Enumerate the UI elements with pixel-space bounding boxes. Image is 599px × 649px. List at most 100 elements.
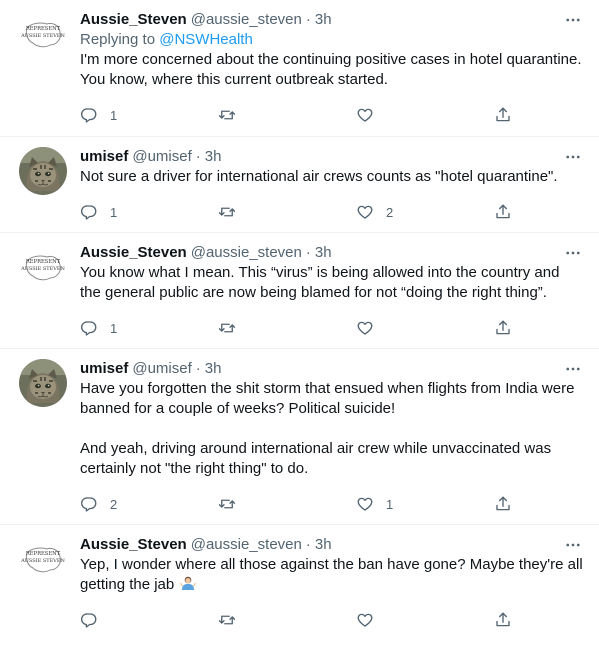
display-name[interactable]: Aussie_Steven <box>80 243 187 263</box>
represent-aussie-steven-icon: REPRESENT AUSSIE STEVEN <box>19 10 67 58</box>
display-name[interactable]: umisef <box>80 147 128 167</box>
avatar-text-bottom: AUSSIE STEVEN <box>20 558 65 564</box>
mention-link[interactable]: @NSWHealth <box>159 31 253 48</box>
tweet-text: Yep, I wonder where all those against th… <box>80 556 583 593</box>
user-handle[interactable]: @aussie_steven <box>191 243 302 263</box>
share-icon <box>494 611 512 629</box>
reply-button[interactable] <box>80 611 218 629</box>
cat-avatar-icon <box>19 359 67 407</box>
like-button[interactable] <box>356 611 494 629</box>
reply-count: 1 <box>110 107 118 123</box>
conversation-thread: REPRESENT AUSSIE STEVEN Aussie_Steven @a… <box>0 0 599 649</box>
retweet-icon <box>218 203 236 221</box>
reply-count: 1 <box>110 320 118 336</box>
tweet-actions <box>80 603 583 641</box>
like-button[interactable] <box>356 106 494 124</box>
like-button[interactable] <box>356 319 494 337</box>
tweet[interactable]: REPRESENT AUSSIE STEVEN Aussie_Steven @a… <box>0 525 599 649</box>
separator-dot: · <box>305 536 311 553</box>
share-button[interactable] <box>494 106 534 124</box>
heart-icon <box>356 495 374 513</box>
display-name[interactable]: umisef <box>80 359 128 379</box>
tweet[interactable]: umisef @umisef · 3h Have you forgotten t… <box>0 349 599 525</box>
more-options-icon[interactable] <box>563 243 583 263</box>
user-handle[interactable]: @aussie_steven <box>191 10 302 30</box>
tweet-text: Not sure a driver for international air … <box>80 168 558 185</box>
like-button[interactable]: 2 <box>356 203 494 221</box>
retweet-button[interactable] <box>218 611 356 629</box>
reply-button[interactable]: 2 <box>80 495 218 513</box>
share-icon <box>494 106 512 124</box>
replying-to-line: Replying to @NSWHealth <box>80 30 583 50</box>
reply-icon <box>80 495 98 513</box>
tweet-body: Aussie_Steven @aussie_steven · 3h You kn… <box>80 243 583 349</box>
reply-button[interactable]: 1 <box>80 203 218 221</box>
retweet-button[interactable] <box>218 106 356 124</box>
reply-button[interactable]: 1 <box>80 106 218 124</box>
reply-count: 2 <box>110 496 118 512</box>
heart-icon <box>356 203 374 221</box>
user-avatar[interactable] <box>19 147 67 195</box>
tweet-header: Aussie_Steven @aussie_steven · 3h <box>80 535 583 555</box>
like-count: 1 <box>386 496 394 512</box>
user-handle[interactable]: @umisef <box>132 147 191 167</box>
tweet-text: I'm more concerned about the continuing … <box>80 51 582 88</box>
replying-to-label: Replying to <box>80 31 160 48</box>
tweet-text: You know what I mean. This “virus” is be… <box>80 264 560 301</box>
share-button[interactable] <box>494 319 534 337</box>
user-handle[interactable]: @aussie_steven <box>191 535 302 555</box>
user-avatar[interactable]: REPRESENT AUSSIE STEVEN <box>19 243 67 291</box>
tweet-time[interactable]: 3h <box>315 535 332 555</box>
more-options-icon[interactable] <box>563 535 583 555</box>
tweet-body: umisef @umisef · 3h Have you forgotten t… <box>80 359 583 525</box>
retweet-icon <box>218 611 236 629</box>
represent-aussie-steven-icon: REPRESENT AUSSIE STEVEN <box>19 535 67 583</box>
retweet-button[interactable] <box>218 319 356 337</box>
share-button[interactable] <box>494 495 534 513</box>
tweet-header: Aussie_Steven @aussie_steven · 3h <box>80 243 583 263</box>
tweet[interactable]: REPRESENT AUSSIE STEVEN Aussie_Steven @a… <box>0 0 599 137</box>
tweet-body: umisef @umisef · 3h Not sure a driver fo… <box>80 147 583 233</box>
tweet-body: Aussie_Steven @aussie_steven · 3h Replyi… <box>80 10 583 136</box>
user-handle[interactable]: @umisef <box>132 359 191 379</box>
display-name[interactable]: Aussie_Steven <box>80 10 187 30</box>
retweet-icon <box>218 106 236 124</box>
tweet-text: Have you forgotten the shit storm that e… <box>80 380 575 477</box>
reply-icon <box>80 611 98 629</box>
tweet-body: Aussie_Steven @aussie_steven · 3h Yep, I… <box>80 535 583 641</box>
user-avatar[interactable]: REPRESENT AUSSIE STEVEN <box>19 535 67 583</box>
tweet-actions: 1 <box>80 311 583 349</box>
reply-icon <box>80 203 98 221</box>
retweet-button[interactable] <box>218 203 356 221</box>
share-button[interactable] <box>494 203 534 221</box>
tweet[interactable]: REPRESENT AUSSIE STEVEN Aussie_Steven @a… <box>0 233 599 349</box>
user-avatar[interactable] <box>19 359 67 407</box>
tweet-time[interactable]: 3h <box>205 147 222 167</box>
retweet-button[interactable] <box>218 495 356 513</box>
cat-avatar-icon <box>19 147 67 195</box>
share-button[interactable] <box>494 611 534 629</box>
more-options-icon[interactable] <box>563 147 583 167</box>
tweet-text-container: Yep, I wonder where all those against th… <box>80 555 583 595</box>
display-name[interactable]: Aussie_Steven <box>80 535 187 555</box>
avatar-text-top: REPRESENT <box>26 551 61 557</box>
reply-icon <box>80 106 98 124</box>
separator-dot: · <box>305 244 311 261</box>
more-options-icon[interactable] <box>563 359 583 379</box>
tweet-header: umisef @umisef · 3h <box>80 147 583 167</box>
reply-icon <box>80 319 98 337</box>
tweet-actions: 1 <box>80 98 583 136</box>
tweet[interactable]: umisef @umisef · 3h Not sure a driver fo… <box>0 137 599 233</box>
share-icon <box>494 319 512 337</box>
person-shrugging-emoji <box>180 575 196 591</box>
like-button[interactable]: 1 <box>356 495 494 513</box>
avatar-text-top: REPRESENT <box>26 259 61 265</box>
share-icon <box>494 203 512 221</box>
user-avatar[interactable]: REPRESENT AUSSIE STEVEN <box>19 10 67 58</box>
separator-dot: · <box>195 360 201 377</box>
tweet-time[interactable]: 3h <box>205 359 222 379</box>
more-options-icon[interactable] <box>563 10 583 30</box>
tweet-time[interactable]: 3h <box>315 10 332 30</box>
reply-button[interactable]: 1 <box>80 319 218 337</box>
tweet-time[interactable]: 3h <box>315 243 332 263</box>
